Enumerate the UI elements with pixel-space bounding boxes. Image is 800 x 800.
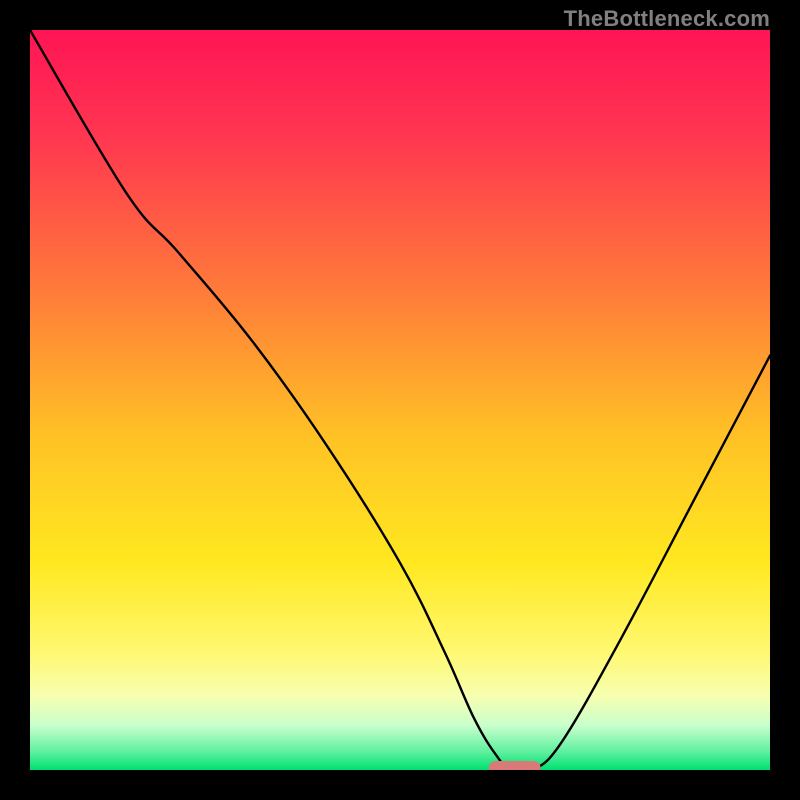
plot-area	[30, 30, 770, 770]
watermark-label: TheBottleneck.com	[564, 6, 770, 32]
chart-container: TheBottleneck.com	[0, 0, 800, 800]
bottleneck-curve	[30, 30, 770, 770]
optimal-marker	[489, 761, 541, 770]
curve-layer	[30, 30, 770, 770]
